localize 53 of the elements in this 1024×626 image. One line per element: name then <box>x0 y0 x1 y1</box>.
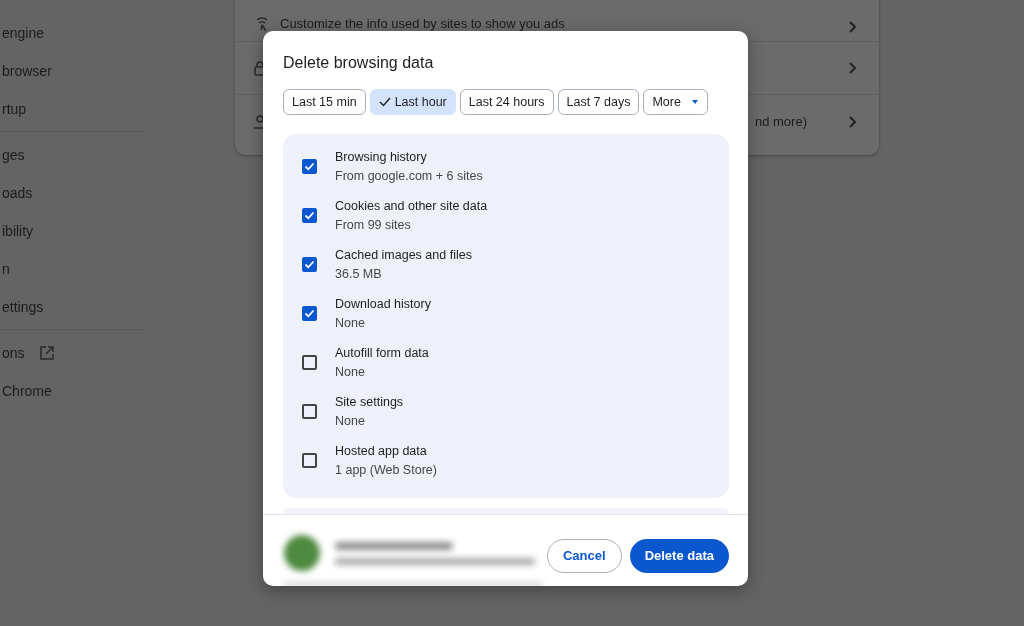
external-link-icon <box>38 345 55 361</box>
check-icon <box>304 210 315 221</box>
cancel-button[interactable]: Cancel <box>547 539 622 573</box>
time-range-chip[interactable]: Last 24 hours <box>459 89 554 115</box>
checkbox[interactable] <box>302 208 317 223</box>
option-detail: 36.5 MB <box>335 265 383 283</box>
option-label: Download history <box>335 295 431 313</box>
time-range-chip[interactable]: Last 15 min <box>283 89 366 115</box>
row-description: Customize the info used by sites to show you ads <box>280 15 565 31</box>
sidebar-item[interactable]: browser <box>2 60 52 82</box>
checkbox[interactable] <box>302 257 317 272</box>
checkbox[interactable] <box>302 404 317 419</box>
dialog-title: Delete browsing data <box>283 53 435 73</box>
person-icon <box>254 113 266 130</box>
option-label: Autofill form data <box>335 344 429 362</box>
option-label: Cookies and other site data <box>335 197 488 215</box>
time-range-chip[interactable]: Last 7 days <box>557 89 640 115</box>
sidebar-item[interactable]: ettings <box>2 296 44 318</box>
option-detail: None <box>335 314 366 332</box>
chevron-right-icon[interactable] <box>847 21 857 33</box>
option-detail: From google.com + 6 sites <box>335 167 483 185</box>
sidebar-item[interactable]: oads <box>2 182 33 204</box>
more-dropdown[interactable]: More <box>643 89 708 115</box>
checkbox[interactable] <box>302 159 317 174</box>
check-icon <box>378 97 391 107</box>
option-label: Hosted app data <box>335 442 428 460</box>
option-detail: From 99 sites <box>335 216 412 234</box>
chevron-right-icon[interactable] <box>847 115 857 128</box>
option-detail: None <box>335 363 366 381</box>
option-detail: 1 app (Web Store) <box>335 461 437 479</box>
delete-data-button[interactable]: Delete data <box>629 539 729 573</box>
option-detail: None <box>335 412 366 430</box>
cursor-icon <box>254 17 270 33</box>
sidebar-item[interactable]: ges <box>2 144 25 166</box>
option-label: Cached images and files <box>335 246 472 264</box>
check-icon <box>304 308 315 319</box>
chevron-right-icon[interactable] <box>847 62 857 74</box>
sidebar-item[interactable]: engine <box>2 22 45 44</box>
time-range-chip[interactable]: Last hour <box>369 89 456 115</box>
row-description: nd more) <box>754 113 807 129</box>
caret-icon <box>690 99 699 105</box>
sidebar-item[interactable]: n <box>2 258 10 280</box>
sidebar-item[interactable]: Chrome <box>2 380 52 402</box>
sidebar-item[interactable]: rtup <box>2 98 27 120</box>
checkbox[interactable] <box>302 355 317 370</box>
sidebar-item[interactable]: ibility <box>2 220 34 242</box>
option-label: Browsing history <box>335 148 428 166</box>
check-icon <box>304 259 315 270</box>
option-label: Site settings <box>335 393 404 411</box>
checkbox[interactable] <box>302 306 317 321</box>
checkbox[interactable] <box>302 453 317 468</box>
sidebar-item[interactable]: ons <box>2 342 25 364</box>
check-icon <box>304 161 315 172</box>
